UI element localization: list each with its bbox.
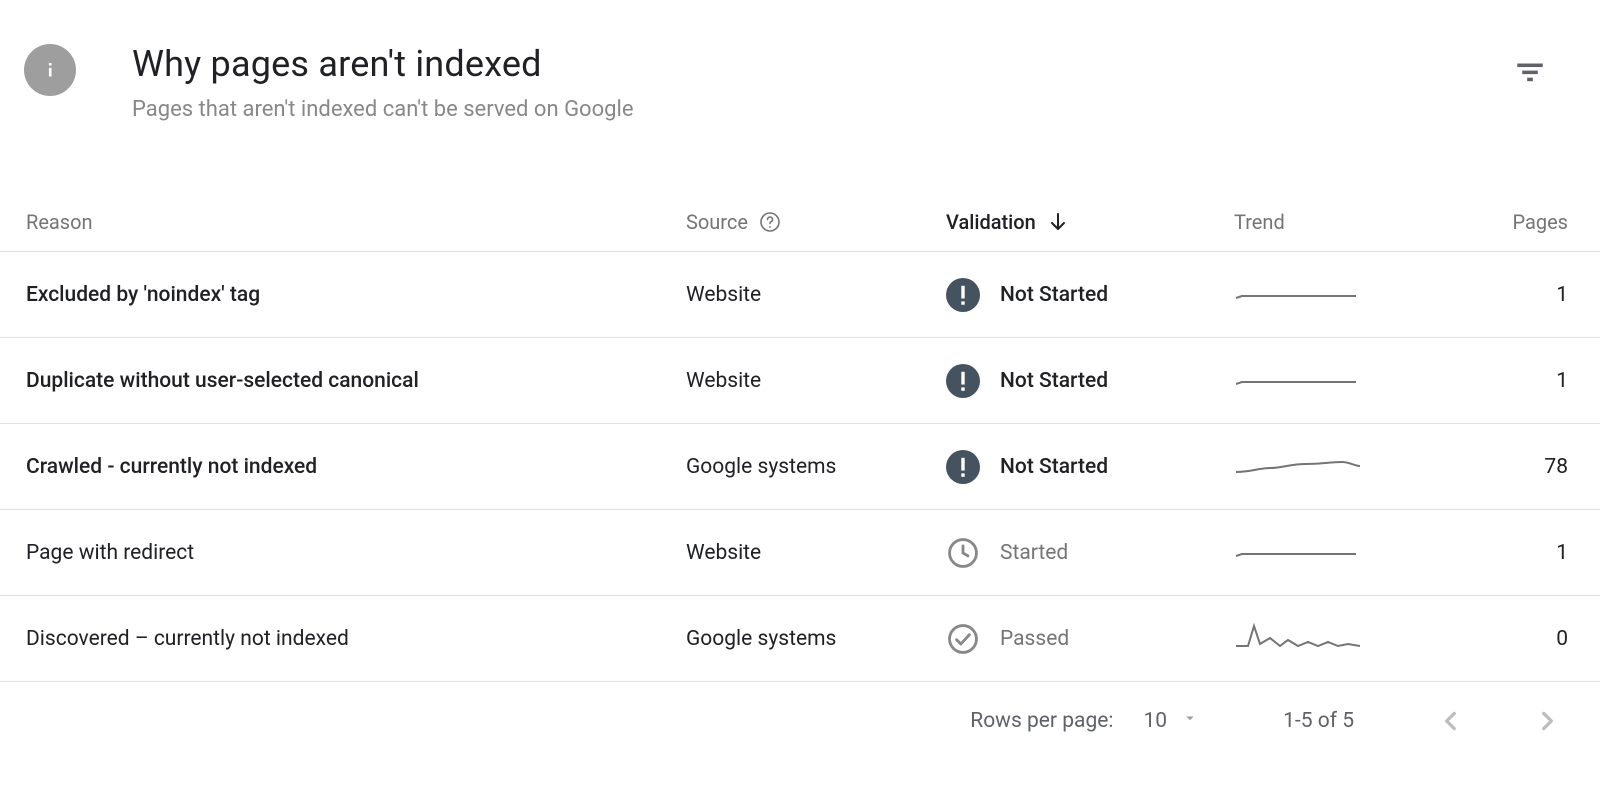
cell-reason: Page with redirect [26,541,686,565]
pager [1438,708,1560,734]
validation-label: Not Started [1000,369,1108,393]
issues-table: Reason Source Validation Trend Pages Exc… [0,192,1600,682]
filter-icon [1513,55,1547,89]
next-page-button[interactable] [1534,708,1560,734]
trend-sparkline [1234,532,1364,568]
col-validation-label: Validation [946,210,1036,234]
cell-source: Website [686,369,946,393]
exclamation-icon [946,278,980,312]
validation-label: Started [1000,541,1068,565]
cell-pages: 1 [1454,283,1568,307]
cell-trend [1234,618,1454,660]
cell-source: Website [686,541,946,565]
validation-label: Not Started [1000,283,1108,307]
cell-reason: Discovered – currently not indexed [26,627,686,651]
cell-validation: Not Started [946,278,1234,312]
exclamation-icon [946,364,980,398]
table-header-row: Reason Source Validation Trend Pages [0,192,1600,252]
table-body: Excluded by 'noindex' tagWebsiteNot Star… [0,252,1600,682]
trend-sparkline [1234,618,1364,654]
col-reason[interactable]: Reason [26,210,686,234]
help-icon[interactable] [758,210,782,234]
info-icon [24,44,76,96]
cell-trend [1234,532,1454,574]
title-block: Why pages aren't indexed Pages that aren… [132,44,1510,122]
trend-sparkline [1234,360,1364,396]
clock-icon [946,536,980,570]
rows-per-page-group: Rows per page: 10 [970,709,1199,733]
page-subtitle: Pages that aren't indexed can't be serve… [132,97,1510,122]
arrow-down-icon [1046,210,1070,234]
cell-reason: Excluded by 'noindex' tag [26,283,686,307]
rows-per-page-select[interactable]: 10 [1143,709,1199,733]
rows-per-page-label: Rows per page: [970,709,1113,733]
table-row[interactable]: Duplicate without user-selected canonica… [0,338,1600,424]
table-row[interactable]: Crawled - currently not indexedGoogle sy… [0,424,1600,510]
validation-label: Not Started [1000,455,1108,479]
cell-trend [1234,274,1454,316]
dropdown-icon [1181,709,1199,733]
cell-source: Google systems [686,455,946,479]
trend-sparkline [1234,446,1364,482]
check-icon [946,622,980,656]
col-source-label: Source [686,210,748,234]
cell-pages: 78 [1454,455,1568,479]
page-title: Why pages aren't indexed [132,44,1510,85]
panel-header: Why pages aren't indexed Pages that aren… [0,0,1600,122]
validation-label: Passed [1000,627,1069,651]
trend-sparkline [1234,274,1364,310]
cell-pages: 0 [1454,627,1568,651]
filter-button[interactable] [1510,52,1550,92]
cell-source: Google systems [686,627,946,651]
col-trend: Trend [1234,210,1454,234]
cell-pages: 1 [1454,369,1568,393]
table-footer: Rows per page: 10 1-5 of 5 [0,682,1600,734]
chevron-left-icon [1438,708,1464,734]
table-row[interactable]: Page with redirectWebsite Started 1 [0,510,1600,596]
col-validation[interactable]: Validation [946,210,1234,234]
cell-validation: Started [946,536,1234,570]
cell-validation: Not Started [946,450,1234,484]
prev-page-button[interactable] [1438,708,1464,734]
table-row[interactable]: Excluded by 'noindex' tagWebsite Not Star… [0,252,1600,338]
page-range: 1-5 of 5 [1283,709,1354,733]
cell-pages: 1 [1454,541,1568,565]
cell-validation: Passed [946,622,1234,656]
cell-trend [1234,360,1454,402]
rows-per-page-value: 10 [1143,709,1167,733]
cell-reason: Duplicate without user-selected canonica… [26,369,686,393]
cell-validation: Not Started [946,364,1234,398]
col-source[interactable]: Source [686,210,946,234]
cell-source: Website [686,283,946,307]
cell-trend [1234,446,1454,488]
exclamation-icon [946,450,980,484]
col-pages[interactable]: Pages [1454,210,1568,234]
chevron-right-icon [1534,708,1560,734]
table-row[interactable]: Discovered – currently not indexedGoogle… [0,596,1600,682]
cell-reason: Crawled - currently not indexed [26,455,686,479]
